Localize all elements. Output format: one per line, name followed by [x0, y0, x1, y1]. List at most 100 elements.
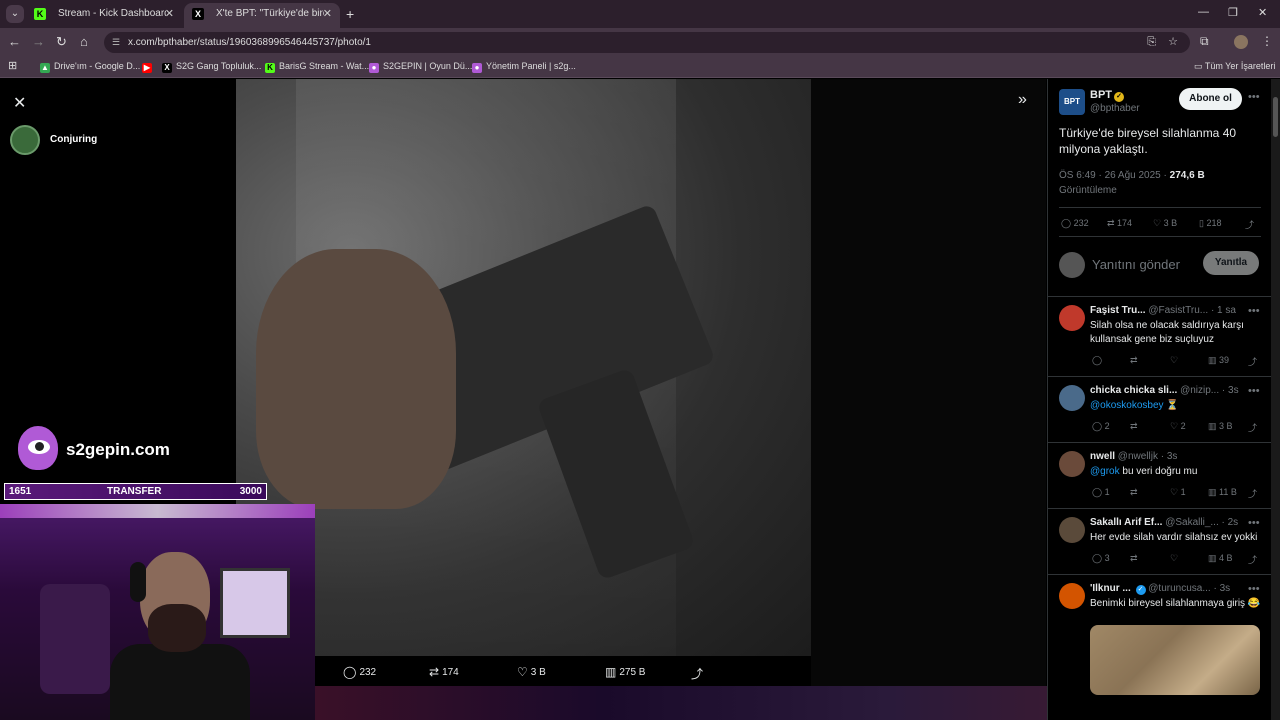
- reply-header: chicka chicka sli... @nizip... · 3s: [1090, 385, 1260, 396]
- bookmark-star-icon[interactable]: ☆: [1168, 32, 1178, 53]
- close-icon[interactable]: ✕: [13, 93, 26, 113]
- views-button[interactable]: ▥ 11 B: [1208, 487, 1237, 498]
- reply-avatar[interactable]: [1059, 305, 1085, 331]
- views-button[interactable]: ▥ 4 B: [1208, 553, 1233, 564]
- reply-button[interactable]: ◯ 3: [1092, 553, 1110, 564]
- reply-button[interactable]: ◯ 1: [1092, 487, 1110, 498]
- mention-link[interactable]: @okoskokosbey: [1090, 400, 1164, 411]
- profile-avatar[interactable]: [1234, 35, 1248, 49]
- author-handle[interactable]: @bpthaber: [1090, 103, 1140, 114]
- new-tab-icon[interactable]: +: [346, 6, 354, 22]
- install-app-icon[interactable]: ⎘: [1147, 32, 1156, 53]
- reply-media[interactable]: [1090, 625, 1260, 695]
- reply-item[interactable]: nwell @nwelljk · 3s @grok bu veri doğru …: [1048, 443, 1271, 509]
- expand-icon[interactable]: »: [1018, 91, 1027, 109]
- retweet-button[interactable]: ⇄ 174: [1107, 218, 1132, 229]
- back-icon[interactable]: ←: [8, 34, 21, 49]
- bookmark-drive[interactable]: ▲ Drive'ım - Google D...: [40, 61, 140, 73]
- more-options-icon[interactable]: •••: [1248, 517, 1260, 529]
- bookmark-label: S2GEPIN | Oyun Dü...: [383, 61, 473, 71]
- reply-icon[interactable]: ◯: [1092, 355, 1102, 366]
- photo-retweet-button[interactable]: ⇄ 174: [429, 665, 459, 679]
- photo-like-button[interactable]: ♡ 3 B: [517, 665, 546, 679]
- reply-item[interactable]: 'Ilknur ... ✓ @turuncusa... · 3s ••• Ben…: [1048, 575, 1271, 720]
- address-bar[interactable]: ☰ x.com/bpthaber/status/1960368996546445…: [104, 32, 1190, 53]
- reply-count: 232: [359, 667, 377, 678]
- retweet-icon[interactable]: ⇄: [1130, 355, 1138, 366]
- more-options-icon[interactable]: •••: [1248, 385, 1260, 397]
- reply-composer: Yanıtını gönder Yanıtla: [1048, 243, 1271, 297]
- bookmark-button[interactable]: ▯ 218: [1199, 218, 1221, 229]
- maximize-icon[interactable]: ❐: [1228, 6, 1238, 19]
- reply-item[interactable]: Faşist Tru... @FasistTru... · 1 sa ••• S…: [1048, 297, 1271, 377]
- bookmark-barisg[interactable]: K BarisG Stream - Wat...: [265, 61, 369, 73]
- tab-kick-dashboard[interactable]: K Stream - Kick Dashboard ✕: [26, 3, 182, 28]
- like-count: 1: [1180, 487, 1186, 497]
- author-avatar[interactable]: BPT: [1059, 89, 1085, 115]
- retweet-icon[interactable]: ⇄: [1130, 553, 1138, 564]
- reply-handle: @Sakalli_...: [1165, 517, 1219, 528]
- site-info-icon[interactable]: ☰: [112, 32, 120, 53]
- tab-x-post[interactable]: X X'te BPT: "Türkiye'de bireysel si ✕: [184, 3, 340, 28]
- more-options-icon[interactable]: •••: [1248, 583, 1260, 595]
- tab-search-icon[interactable]: ⌄: [6, 5, 24, 23]
- reply-item[interactable]: chicka chicka sli... @nizip... · 3s ••• …: [1048, 377, 1271, 443]
- share-icon[interactable]: ⤴: [1248, 355, 1257, 368]
- like-button[interactable]: ♡ 1: [1170, 487, 1186, 498]
- bookmark-yonetim[interactable]: ● Yönetim Paneli | s2g...: [472, 61, 576, 73]
- retweet-icon[interactable]: ⇄: [1130, 487, 1138, 498]
- views-button[interactable]: ▥ 3 B: [1208, 421, 1233, 432]
- retweet-icon[interactable]: ⇄: [1130, 421, 1138, 432]
- home-icon[interactable]: ⌂: [80, 34, 88, 49]
- tab-close-icon[interactable]: ✕: [323, 3, 332, 25]
- bookmark-youtube[interactable]: ▶: [142, 61, 156, 73]
- reply-input[interactable]: Yanıtını gönder: [1092, 257, 1180, 272]
- photo-reply-button[interactable]: ◯ 232: [343, 665, 376, 679]
- like-button[interactable]: ♡ 2: [1170, 421, 1186, 432]
- reply-time: · 1 sa: [1210, 305, 1236, 316]
- reply-avatar[interactable]: [1059, 583, 1085, 609]
- like-count: 3 B: [530, 667, 546, 678]
- retweet-count: 174: [1117, 218, 1133, 228]
- all-bookmarks[interactable]: ▭ Tüm Yer İşaretleri: [1194, 61, 1275, 72]
- reply-button[interactable]: ◯ 2: [1092, 421, 1110, 432]
- bookmark-label: BarisG Stream - Wat...: [279, 61, 370, 71]
- like-icon[interactable]: ♡: [1170, 355, 1178, 366]
- tweet-photo[interactable]: [236, 79, 811, 656]
- share-button[interactable]: ⤴: [1245, 218, 1254, 231]
- like-button[interactable]: ♡ 3 B: [1153, 218, 1177, 229]
- window-close-icon[interactable]: ✕: [1258, 6, 1267, 19]
- reply-time: · 3s: [1160, 451, 1178, 462]
- author-name[interactable]: BPT ✓: [1090, 89, 1124, 102]
- forward-icon[interactable]: →: [32, 34, 45, 49]
- reply-avatar[interactable]: [1059, 385, 1085, 411]
- bookmark-s2gepin[interactable]: ● S2GEPIN | Oyun Dü...: [369, 61, 472, 73]
- reply-submit-button[interactable]: Yanıtla: [1203, 251, 1259, 275]
- share-icon[interactable]: ⤴: [1248, 487, 1257, 500]
- extensions-icon[interactable]: ⧉: [1200, 34, 1209, 49]
- menu-icon[interactable]: ⋮: [1261, 34, 1273, 48]
- reply-name: 'Ilknur ...: [1090, 583, 1131, 594]
- share-icon[interactable]: ⤴: [1248, 553, 1257, 566]
- reply-avatar[interactable]: [1059, 451, 1085, 477]
- bookmark-s2g-gang[interactable]: X S2G Gang Topluluk...: [162, 61, 261, 73]
- share-icon[interactable]: ⤴: [1248, 421, 1257, 434]
- reply-button[interactable]: ◯ 232: [1061, 218, 1089, 229]
- reload-icon[interactable]: ↻: [56, 34, 67, 50]
- minimize-icon[interactable]: —: [1198, 6, 1209, 18]
- more-options-icon[interactable]: •••: [1248, 305, 1260, 317]
- scroll-thumb[interactable]: [1273, 97, 1278, 137]
- more-options-icon[interactable]: •••: [1248, 91, 1260, 103]
- reply-avatar[interactable]: [1059, 517, 1085, 543]
- reply-item[interactable]: Sakallı Arif Ef... @Sakalli_... · 2s •••…: [1048, 509, 1271, 575]
- reply-count: 3: [1104, 553, 1110, 563]
- views-button[interactable]: ▥ 39: [1208, 355, 1229, 366]
- page-scrollbar[interactable]: [1271, 79, 1280, 720]
- mention-link[interactable]: @grok: [1090, 466, 1120, 477]
- follow-button[interactable]: Abone ol: [1179, 88, 1242, 110]
- apps-grid-icon[interactable]: ⊞: [8, 59, 17, 72]
- photo-share-button[interactable]: ⤴: [691, 665, 706, 682]
- like-icon[interactable]: ♡: [1170, 553, 1178, 564]
- tab-close-icon[interactable]: ✕: [165, 3, 174, 25]
- photo-views-button[interactable]: ▥ 275 B: [605, 665, 645, 679]
